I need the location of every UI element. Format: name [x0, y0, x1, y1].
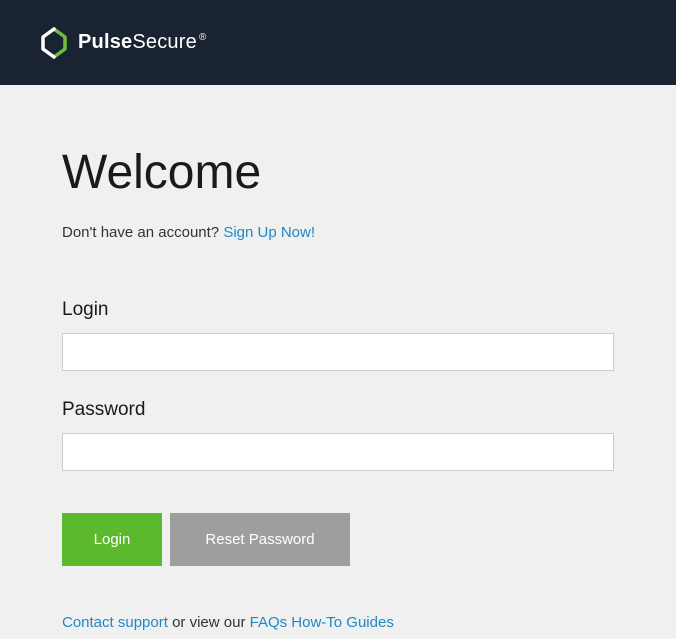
help-mid-text: or view our — [168, 614, 250, 631]
faq-link[interactable]: FAQs How-To Guides — [250, 614, 394, 631]
main-content: Welcome Don't have an account? Sign Up N… — [0, 85, 676, 631]
app-header: PulseSecure® — [0, 0, 676, 85]
signup-row: Don't have an account? Sign Up Now! — [62, 224, 614, 241]
contact-support-link[interactable]: Contact support — [62, 614, 168, 631]
signup-link[interactable]: Sign Up Now! — [223, 224, 315, 241]
brand-light: Secure — [132, 31, 197, 53]
login-label: Login — [62, 299, 614, 321]
signup-prompt: Don't have an account? — [62, 224, 223, 241]
login-input[interactable] — [62, 333, 614, 371]
login-field-group: Login — [62, 299, 614, 371]
brand-bold: Pulse — [78, 31, 132, 53]
password-label: Password — [62, 399, 614, 421]
password-field-group: Password — [62, 399, 614, 471]
login-button[interactable]: Login — [62, 513, 162, 566]
help-links-row: Contact support or view our FAQs How-To … — [62, 614, 614, 631]
registered-mark: ® — [199, 32, 207, 43]
brand-text: PulseSecure® — [78, 31, 207, 54]
brand-logo: PulseSecure® — [40, 27, 207, 59]
page-title: Welcome — [62, 145, 614, 200]
button-row: Login Reset Password — [62, 513, 614, 566]
password-input[interactable] — [62, 433, 614, 471]
reset-password-button[interactable]: Reset Password — [170, 513, 350, 566]
pulse-icon — [40, 27, 68, 59]
